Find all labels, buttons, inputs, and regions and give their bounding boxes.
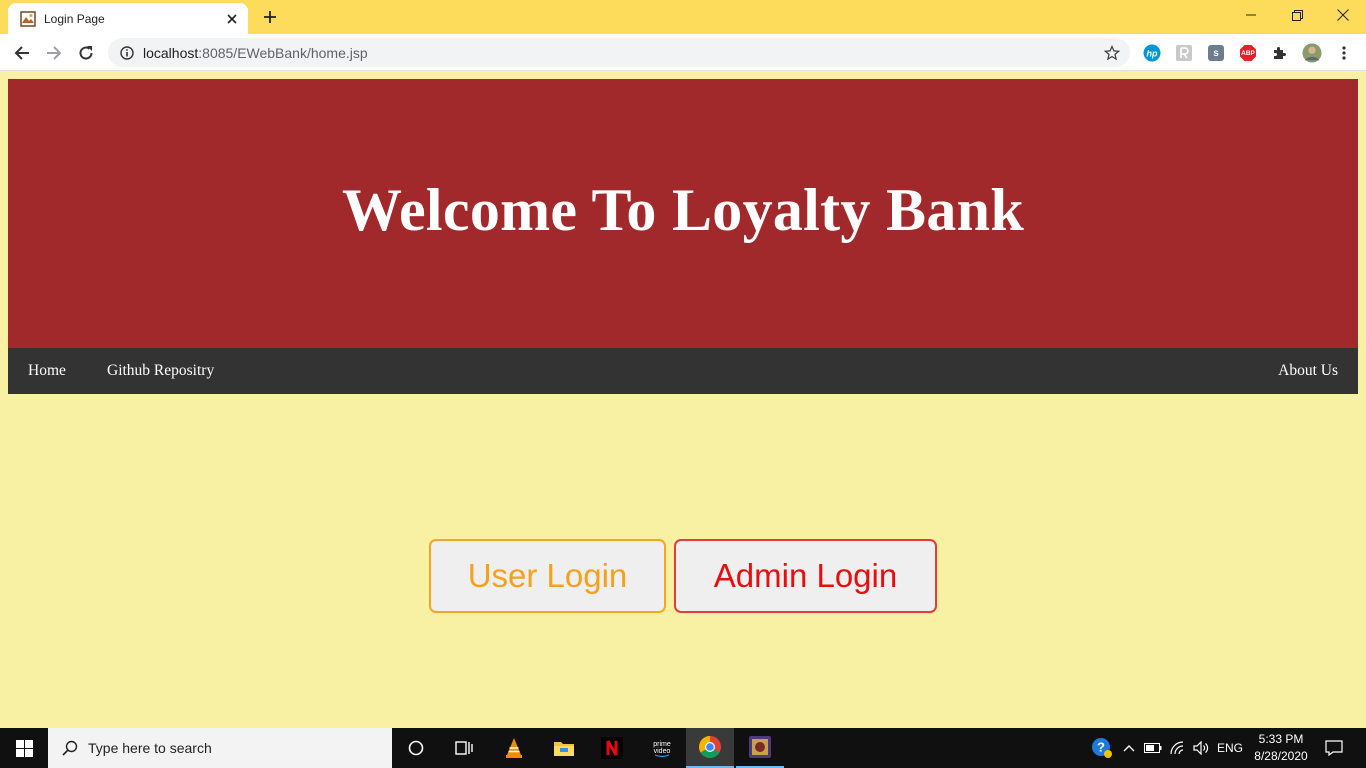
notification-icon[interactable]	[1318, 728, 1350, 768]
back-arrow-icon[interactable]	[8, 39, 36, 67]
netflix-icon[interactable]	[588, 728, 636, 768]
search-icon	[60, 738, 80, 758]
page-title: Welcome To Loyalty Bank	[342, 177, 1024, 243]
taskbar-search-box[interactable]: Type here to search	[48, 728, 392, 768]
readability-icon[interactable]	[1174, 43, 1194, 63]
url-path: :8085/EWebBank/home.jsp	[198, 44, 368, 61]
svg-text:hp: hp	[1147, 49, 1158, 59]
admin-login-button[interactable]: Admin Login	[674, 539, 937, 613]
abp-icon[interactable]: ABP	[1238, 43, 1258, 63]
new-tab-button[interactable]	[258, 6, 282, 28]
vlc-icon[interactable]	[490, 728, 538, 768]
s-extension-label: s	[1213, 47, 1219, 59]
profile-avatar[interactable]	[1302, 43, 1322, 63]
bookmark-star-icon[interactable]	[1102, 43, 1122, 63]
battery-icon[interactable]	[1142, 728, 1164, 768]
svg-text:?: ?	[1097, 740, 1105, 755]
windows-taskbar: Type here to search prime video ? ENG 5:3…	[0, 728, 1366, 768]
abp-label: ABP	[1241, 49, 1255, 57]
tab-title: Login Page	[44, 11, 105, 26]
app-launcher-icon[interactable]	[736, 728, 784, 768]
clock-date: 8/28/2020	[1254, 749, 1308, 763]
forward-arrow-icon[interactable]	[40, 39, 68, 67]
wifi-icon[interactable]	[1166, 728, 1188, 768]
hp-icon[interactable]: hp	[1142, 43, 1162, 63]
address-bar[interactable]: localhost:8085/EWebBank/home.jsp	[108, 38, 1130, 67]
tab-close-icon[interactable]	[222, 9, 242, 29]
windows-start-icon[interactable]	[0, 728, 48, 768]
clock-time: 5:33 PM	[1258, 732, 1304, 746]
url-host: localhost	[143, 44, 199, 61]
taskbar-clock[interactable]: 5:33 PM 8/28/2020	[1248, 731, 1314, 765]
page-favicon-icon	[20, 10, 36, 27]
file-explorer-icon[interactable]	[540, 728, 588, 768]
browser-tab-strip: Login Page	[0, 0, 1366, 34]
chrome-icon[interactable]	[686, 728, 734, 768]
nav-link-github[interactable]: Github Repositry	[107, 348, 214, 394]
site-info-icon[interactable]	[119, 45, 135, 61]
nav-link-about[interactable]: About Us	[1278, 348, 1338, 394]
task-view-icon[interactable]	[440, 728, 488, 768]
volume-icon[interactable]	[1190, 728, 1212, 768]
nav-link-home[interactable]: Home	[28, 348, 66, 394]
s-extension-icon[interactable]: s	[1206, 43, 1226, 63]
reload-icon[interactable]	[72, 39, 100, 67]
browser-toolbar: localhost:8085/EWebBank/home.jsp hp s AB…	[0, 34, 1366, 71]
close-window-icon[interactable]	[1320, 0, 1366, 30]
taskbar-search-placeholder: Type here to search	[88, 740, 212, 756]
language-indicator[interactable]: ENG	[1214, 728, 1246, 768]
page-header-banner: Welcome To Loyalty Bank	[8, 79, 1358, 348]
puzzle-icon[interactable]	[1270, 43, 1290, 63]
more-options-icon[interactable]	[1334, 43, 1354, 63]
svg-text:prime: prime	[653, 741, 671, 748]
minimize-icon[interactable]	[1228, 0, 1274, 30]
browser-tab[interactable]: Login Page	[8, 3, 248, 34]
chevron-up-icon[interactable]	[1120, 728, 1138, 768]
help-icon[interactable]: ?	[1088, 728, 1116, 768]
user-login-button[interactable]: User Login	[429, 539, 666, 613]
cortana-icon[interactable]	[392, 728, 440, 768]
site-navbar: Home Github Repositry About Us	[8, 348, 1358, 394]
svg-text:video: video	[654, 748, 671, 755]
url-text[interactable]: localhost:8085/EWebBank/home.jsp	[143, 45, 1102, 61]
restore-icon[interactable]	[1274, 0, 1320, 30]
prime-video-icon[interactable]: prime video	[638, 728, 686, 768]
